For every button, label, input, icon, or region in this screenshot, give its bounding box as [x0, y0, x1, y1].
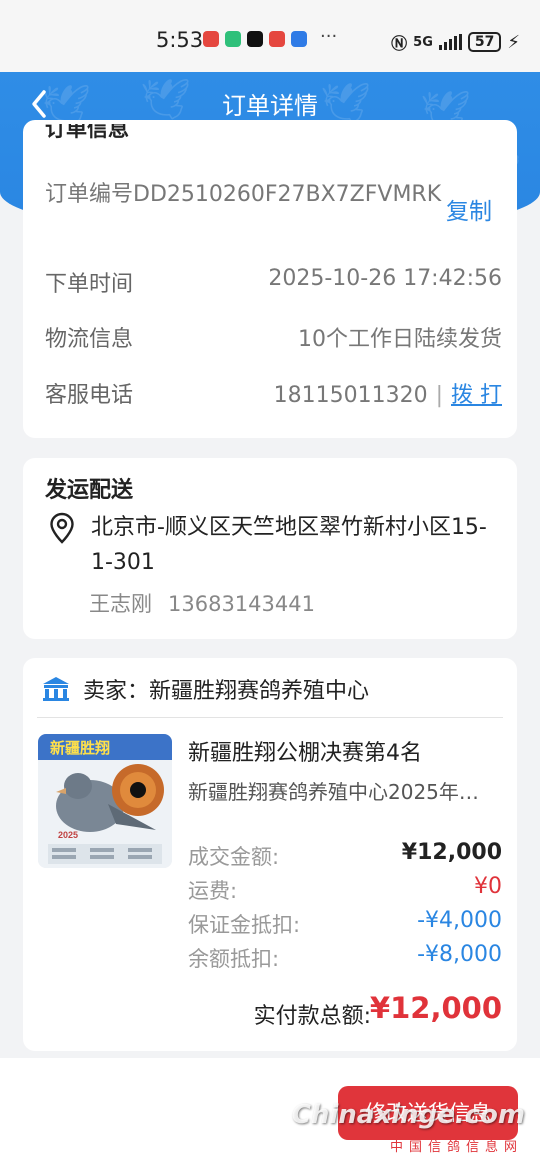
product-image[interactable]: 新疆胜翔 2025 — [38, 734, 172, 868]
order-section-title: 订单信息 — [45, 124, 129, 141]
total-paid-label: 实付款总额: — [253, 1004, 371, 1029]
order-info-card: 订单信息 订单编号DD2510260F27BX7ZFVMRK 复制 下单时间 2… — [23, 120, 517, 438]
store-icon — [43, 677, 69, 701]
shipping-title: 发运配送 — [45, 478, 134, 503]
location-pin-icon — [50, 512, 74, 544]
shipping-fee-value: ¥0 — [474, 874, 502, 899]
app-notification-icon — [203, 31, 219, 47]
service-phone-row: 18115011320 | 拨 打 — [274, 377, 502, 409]
app-notification-icon — [269, 31, 285, 47]
seller-card: 卖家：新疆胜翔赛鸽养殖中心 新疆胜翔 2025 新疆胜翔公棚决赛第4名 新疆胜翔… — [23, 658, 517, 1051]
service-phone-label: 客服电话 — [45, 383, 134, 408]
product-description: 新疆胜翔赛鸽养殖中心2025年… — [188, 780, 479, 804]
order-time-value: 2025-10-26 17:42:56 — [268, 266, 502, 291]
total-paid-value: ¥12,000 — [369, 991, 502, 1025]
deposit-deduction-value: -¥4,000 — [417, 908, 502, 933]
shipping-card: 发运配送 北京市-顺义区天竺地区翠竹新村小区15-1-301 王志刚 136831… — [23, 458, 517, 639]
balance-deduction-value: -¥8,000 — [417, 942, 502, 967]
receiver-name: 王志刚 — [89, 592, 152, 616]
seller-name[interactable]: 卖家：新疆胜翔赛鸽养殖中心 — [83, 673, 369, 705]
copy-button[interactable]: 复制 — [446, 192, 492, 226]
signal-icon — [438, 34, 462, 50]
nfc-icon: Ⓝ — [391, 34, 408, 53]
charging-icon: ⚡ — [507, 31, 520, 53]
app-notification-icon — [225, 31, 241, 47]
status-bar: 5:53 ··· Ⓝ 5G 57 ⚡ — [0, 0, 540, 72]
poster-year: 2025 — [58, 830, 78, 840]
logistics-value: 10个工作日陆续发货 — [298, 327, 502, 352]
receiver-info: 王志刚 13683143441 — [89, 588, 315, 618]
balance-deduction-label: 余额抵扣: — [188, 947, 280, 971]
deal-amount-value: ¥12,000 — [401, 840, 502, 865]
order-number: 订单编号DD2510260F27BX7ZFVMRK — [45, 182, 442, 207]
shipping-fee-label: 运费: — [188, 879, 238, 903]
product-name[interactable]: 新疆胜翔公棚决赛第4名 — [188, 735, 422, 767]
order-time-label: 下单时间 — [45, 272, 134, 297]
receiver-phone: 13683143441 — [168, 592, 315, 616]
deposit-deduction-label: 保证金抵扣: — [188, 913, 301, 937]
notification-icons — [203, 31, 307, 47]
logistics-label: 物流信息 — [45, 327, 134, 352]
shipping-address: 北京市-顺义区天竺地区翠竹新村小区15-1-301 — [91, 515, 487, 575]
battery-icon: 57 — [467, 32, 502, 52]
tiktok-icon — [247, 31, 263, 47]
watermark-subtitle: 中国信鸽信息网 — [389, 1140, 523, 1155]
network-type: 5G — [413, 34, 433, 50]
bottom-action-bar: 修改送货信息 Chinaxinge.com 中国信鸽信息网 — [0, 1058, 540, 1170]
status-indicators: Ⓝ 5G 57 ⚡ — [391, 30, 520, 54]
status-time: 5:53 — [156, 28, 204, 52]
dial-button[interactable]: 拨 打 — [451, 383, 502, 408]
pigeon-poster-image: 新疆胜翔 2025 — [38, 734, 172, 868]
more-notifications: ··· — [320, 26, 338, 47]
watermark: Chinaxinge.com — [291, 1100, 525, 1130]
separator: | — [435, 383, 443, 408]
divider — [37, 717, 503, 718]
deal-amount-label: 成交金额: — [188, 845, 280, 869]
poster-title: 新疆胜翔 — [50, 739, 110, 757]
app-notification-icon — [291, 31, 307, 47]
page-title: 订单详情 — [222, 92, 318, 120]
service-phone-value: 18115011320 — [273, 383, 428, 408]
